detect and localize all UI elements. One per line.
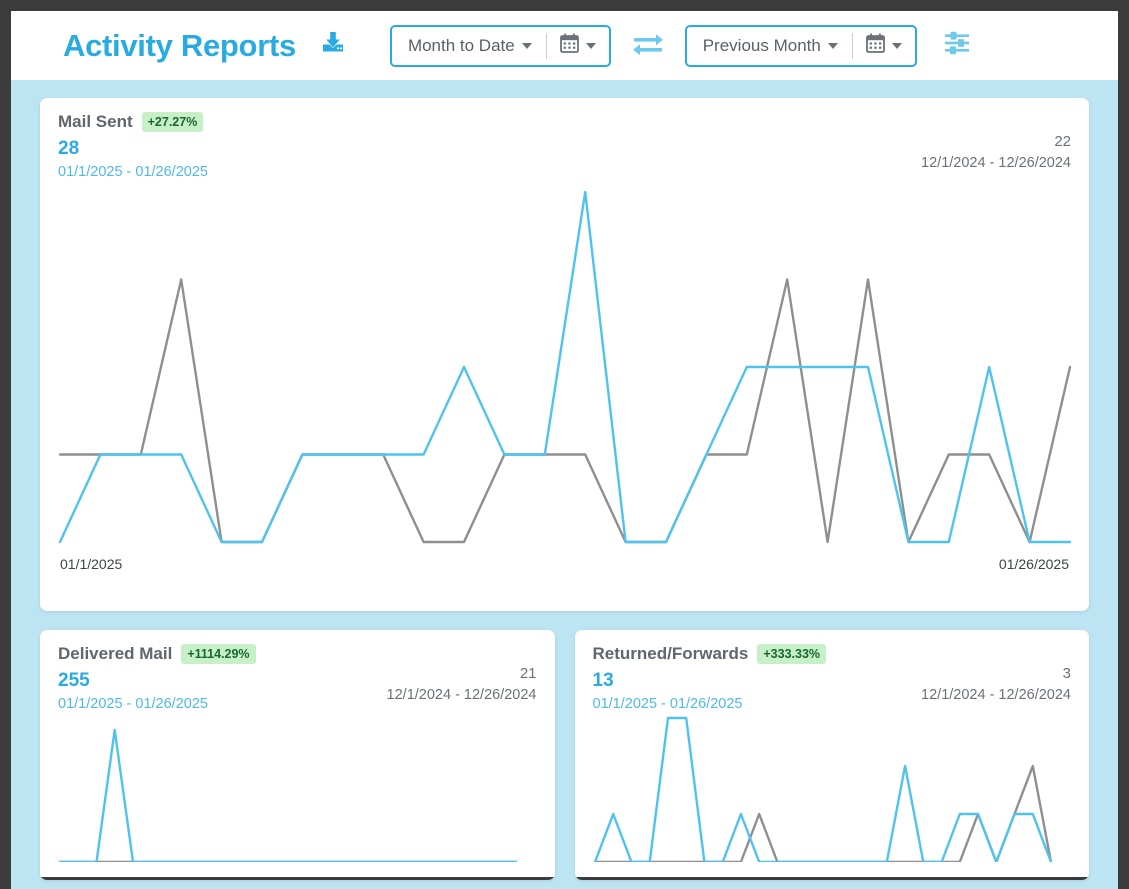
current-range: 01/1/2025 - 01/26/2025 [58,164,208,180]
download-icon[interactable] [318,28,348,63]
sliders-filter-icon[interactable] [943,29,973,62]
chart-axis-labels: 01/1/2025 01/26/2025 [60,556,1069,572]
card-header-right: 21 12/1/2024 - 12/26/2024 [387,665,537,703]
card-title-line: Mail Sent +27.27% [58,112,208,132]
chart-delivered-mail [58,712,537,862]
axis-start-label: 01/1/2025 [60,556,122,572]
viewport-cutoff-edge [40,877,555,880]
browser-frame: Activity Reports Month to Date [0,0,1129,889]
current-value: 28 [58,138,208,160]
viewport-cutoff-edge [575,877,1090,880]
swap-arrows-icon[interactable] [631,28,665,63]
primary-range-select[interactable]: Month to Date [392,27,546,65]
card-header-right: 3 12/1/2024 - 12/26/2024 [921,665,1071,703]
app-header: Activity Reports Month to Date [11,11,1118,80]
previous-range: 12/1/2024 - 12/26/2024 [921,687,1071,703]
compare-range-label: Previous Month [703,36,821,56]
series-line [595,766,1051,862]
card-returned-forwards: Returned/Forwards +333.33% 13 01/1/2025 … [575,630,1090,880]
card-title: Returned/Forwards [593,644,749,664]
series-line [60,192,1070,542]
compare-range-select[interactable]: Previous Month [687,27,852,65]
status-badge: +333.33% [757,644,826,664]
card-title: Mail Sent [58,112,133,132]
previous-value: 22 [1054,133,1071,150]
chevron-down-icon [522,43,532,49]
primary-range-label: Month to Date [408,36,515,56]
card-header-left: Mail Sent +27.27% 28 01/1/2025 - 01/26/2… [58,112,208,180]
card-header-left: Returned/Forwards +333.33% 13 01/1/2025 … [593,644,827,712]
line-chart-svg [58,712,518,862]
series-line [595,718,1051,862]
current-value: 255 [58,670,256,692]
page-viewport: Activity Reports Month to Date [11,11,1118,889]
cards-bottom-row: Delivered Mail +1114.29% 255 01/1/2025 -… [40,630,1089,880]
previous-range: 12/1/2024 - 12/26/2024 [921,155,1071,171]
current-range: 01/1/2025 - 01/26/2025 [58,696,256,712]
card-header: Mail Sent +27.27% 28 01/1/2025 - 01/26/2… [58,112,1071,180]
compare-calendar-button[interactable] [853,27,915,65]
primary-range-control[interactable]: Month to Date [390,25,611,67]
card-delivered-mail: Delivered Mail +1114.29% 255 01/1/2025 -… [40,630,555,880]
previous-value: 21 [520,665,537,682]
chart-mail-sent: 01/1/2025 01/26/2025 [58,184,1071,584]
current-value: 13 [593,670,827,692]
line-chart-svg [593,712,1053,862]
chevron-down-icon [586,43,596,49]
series-line [60,730,516,862]
previous-value: 3 [1063,665,1071,682]
card-title-line: Delivered Mail +1114.29% [58,644,256,664]
calendar-icon [560,33,579,58]
axis-end-label: 01/26/2025 [999,556,1069,572]
card-header-right: 22 12/1/2024 - 12/26/2024 [921,133,1071,171]
card-header: Returned/Forwards +333.33% 13 01/1/2025 … [593,644,1072,712]
status-badge: +1114.29% [181,644,255,664]
primary-calendar-button[interactable] [547,27,609,65]
chart-returned-forwards [593,712,1072,862]
chevron-down-icon [828,43,838,49]
chevron-down-icon [892,43,902,49]
reports-board: Mail Sent +27.27% 28 01/1/2025 - 01/26/2… [11,80,1118,880]
current-range: 01/1/2025 - 01/26/2025 [593,696,827,712]
line-chart-svg [58,184,1072,584]
card-title-line: Returned/Forwards +333.33% [593,644,827,664]
card-title: Delivered Mail [58,644,172,664]
previous-range: 12/1/2024 - 12/26/2024 [387,687,537,703]
card-header: Delivered Mail +1114.29% 255 01/1/2025 -… [58,644,537,712]
page-title: Activity Reports [63,28,296,64]
card-mail-sent: Mail Sent +27.27% 28 01/1/2025 - 01/26/2… [40,98,1089,611]
compare-range-control[interactable]: Previous Month [685,25,917,67]
card-header-left: Delivered Mail +1114.29% 255 01/1/2025 -… [58,644,256,712]
status-badge: +27.27% [142,112,204,132]
calendar-icon [866,33,885,58]
